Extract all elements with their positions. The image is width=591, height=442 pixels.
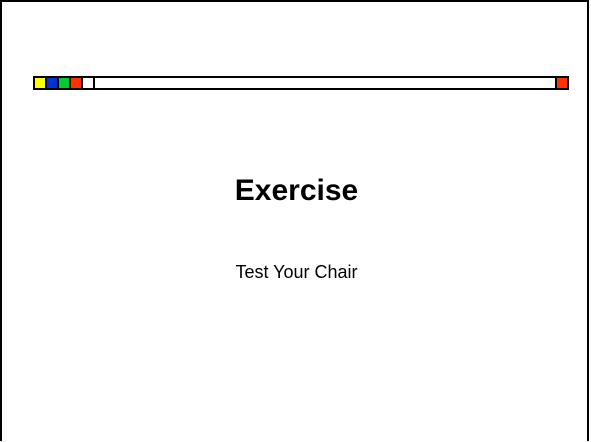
yellow-square: [35, 78, 47, 88]
decorative-color-bar: [33, 76, 569, 90]
end-red-square: [555, 78, 567, 88]
blue-square: [47, 78, 59, 88]
red-square: [71, 78, 83, 88]
white-square: [83, 78, 95, 88]
slide-title: Exercise: [234, 174, 359, 207]
slide: Exercise Test Your Chair: [0, 0, 589, 441]
slide-subtitle: Test Your Chair: [235, 262, 358, 282]
green-square: [59, 78, 71, 88]
